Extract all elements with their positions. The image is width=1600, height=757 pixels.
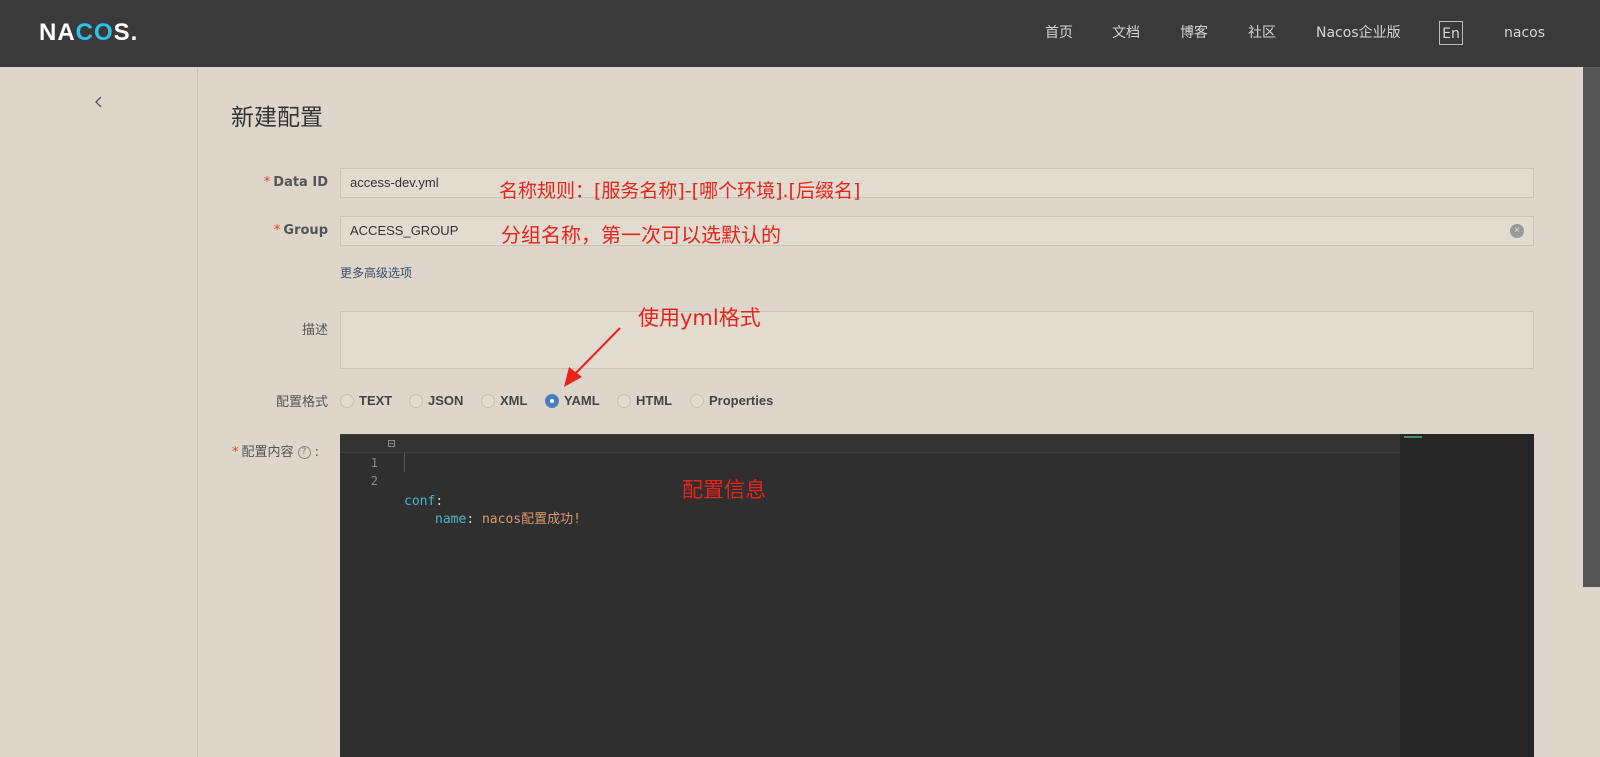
format-label: 配置格式: [275, 395, 328, 410]
nav-community[interactable]: 社区: [1248, 22, 1276, 46]
nav-docs[interactable]: 文档: [1112, 22, 1140, 46]
nav-home[interactable]: 首页: [1045, 22, 1073, 46]
format-radio-json[interactable]: JSON: [409, 390, 463, 408]
sidebar: [0, 67, 198, 757]
editor-minimap[interactable]: [1400, 434, 1534, 757]
format-radio-text[interactable]: TEXT: [340, 390, 392, 408]
clear-icon[interactable]: ×: [1510, 224, 1524, 238]
content-annotation: 配置信息: [682, 478, 766, 502]
radio-circle: [690, 393, 704, 408]
format-radio-properties[interactable]: Properties: [690, 390, 773, 408]
format-annotation: 使用yml格式: [638, 306, 761, 330]
content-label: * 配置内容? :: [232, 445, 320, 460]
description-textarea[interactable]: [340, 311, 1534, 369]
editor-line: 2 name: nacos配置成功!: [340, 453, 1400, 527]
group-annotation: 分组名称，第一次可以选默认的: [501, 223, 781, 247]
advanced-options-link[interactable]: 更多高级选项: [340, 264, 412, 281]
radio-circle: [481, 393, 495, 408]
top-header: NACOS. 首页 文档 博客 社区 Nacos企业版 En nacos: [0, 0, 1600, 67]
radio-circle: [340, 393, 354, 408]
minimap-viewport: [1404, 436, 1422, 438]
editor-line: 1 − conf:: [340, 434, 1400, 509]
format-radio-xml[interactable]: XML: [481, 390, 527, 408]
language-switch-button[interactable]: En: [1439, 21, 1463, 45]
group-input-value: ACCESS_GROUP: [350, 223, 459, 238]
radio-circle: [409, 393, 423, 408]
chevron-left-icon[interactable]: [92, 95, 106, 109]
nacos-logo[interactable]: NACOS.: [39, 19, 138, 47]
format-radio-html[interactable]: HTML: [617, 390, 672, 408]
code-editor[interactable]: 1 − conf: 2 name: nacos配置成功!: [340, 434, 1534, 757]
page-title: 新建配置: [231, 105, 323, 131]
fold-icon[interactable]: −: [388, 440, 395, 448]
group-label: * Group: [273, 223, 328, 238]
user-menu[interactable]: nacos: [1504, 22, 1545, 46]
nav-enterprise[interactable]: Nacos企业版: [1316, 22, 1401, 46]
scrollbar-thumb[interactable]: [1583, 67, 1600, 587]
nav-blog[interactable]: 博客: [1180, 22, 1208, 46]
line-number: 2: [370, 474, 378, 488]
data-id-annotation: 名称规则：[服务名称]-[哪个环境].[后缀名]: [499, 180, 861, 202]
description-label: 描述: [301, 323, 328, 338]
radio-circle: [617, 393, 631, 408]
data-id-label: * Data ID: [263, 175, 328, 190]
radio-circle-checked: [545, 393, 559, 408]
help-icon[interactable]: ?: [297, 446, 311, 459]
red-arrow-annotation: [564, 327, 621, 387]
format-radio-yaml[interactable]: YAML: [545, 390, 600, 408]
